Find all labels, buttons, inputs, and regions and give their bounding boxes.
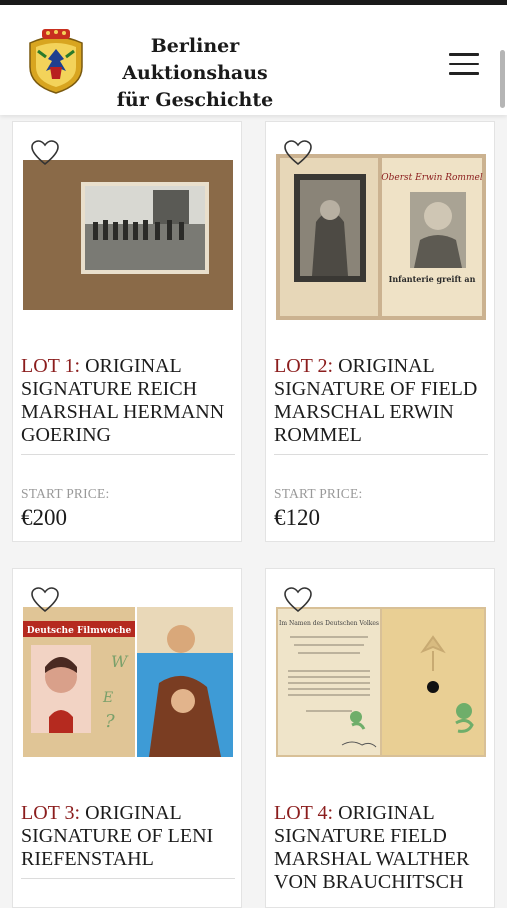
divider — [21, 454, 235, 455]
site-header: Berliner Auktionshaus für Geschichte — [0, 5, 507, 115]
image-caption: Deutsche Filmwoche — [27, 626, 132, 636]
lot-title-4[interactable]: LOT 4: ORIGINAL SIGNATURE FIELD MARSHAL … — [274, 802, 489, 894]
lot-card-4[interactable]: Im Namen des Deutschen Volkes LOT 4: ORI… — [265, 568, 495, 908]
image-caption: Oberst Erwin Rommel — [381, 173, 483, 183]
svg-text:W: W — [111, 652, 129, 671]
lot-number: LOT 2: — [274, 355, 334, 377]
scrollbar[interactable] — [500, 50, 505, 108]
start-price-value: €200 — [21, 505, 67, 530]
start-price-value: €120 — [274, 505, 320, 530]
divider — [21, 878, 235, 879]
lot-number: LOT 3: — [21, 802, 81, 824]
heart-icon[interactable] — [31, 587, 59, 613]
hamburger-menu-icon[interactable] — [449, 53, 479, 75]
heart-icon[interactable] — [284, 140, 312, 166]
crest-logo[interactable] — [24, 27, 88, 95]
image-caption-2: Infanterie greift an — [389, 274, 476, 284]
site-title[interactable]: Berliner Auktionshaus für Geschichte — [100, 33, 290, 114]
site-title-line2: für Geschichte — [116, 89, 274, 111]
lot-title-3[interactable]: LOT 3: ORIGINAL SIGNATURE OF LENI RIEFEN… — [21, 802, 236, 871]
lot-title-1[interactable]: LOT 1: ORIGINAL SIGNATURE REICH MARSHAL … — [21, 355, 236, 447]
lot-number: LOT 1: — [21, 355, 81, 377]
svg-text:?: ? — [105, 711, 115, 732]
image-caption: Im Namen des Deutschen Volkes — [279, 620, 379, 627]
lot-number: LOT 4: — [274, 802, 334, 824]
lot-image-2[interactable]: Oberst Erwin Rommel Infanterie greift an — [276, 152, 486, 322]
lot-image-3[interactable]: Deutsche Filmwoche W E ? — [23, 607, 233, 757]
heart-icon[interactable] — [31, 140, 59, 166]
start-price-label: START PRICE: — [21, 486, 110, 501]
heart-icon[interactable] — [284, 587, 312, 613]
lot-image-1[interactable] — [23, 160, 233, 310]
lot-card-2[interactable]: Oberst Erwin Rommel Infanterie greift an… — [265, 121, 495, 542]
lot-card-3[interactable]: Deutsche Filmwoche W E ? LOT 3: ORIGINAL… — [12, 568, 242, 908]
divider — [274, 454, 488, 455]
svg-text:E: E — [102, 690, 113, 706]
lot-card-1[interactable]: LOT 1: ORIGINAL SIGNATURE REICH MARSHAL … — [12, 121, 242, 542]
lot-image-4[interactable]: Im Namen des Deutschen Volkes — [276, 607, 486, 757]
site-title-line1: Berliner Auktionshaus — [122, 35, 268, 84]
lot-title-2[interactable]: LOT 2: ORIGINAL SIGNATURE OF FIELD MARSC… — [274, 355, 489, 447]
start-price-label: START PRICE: — [274, 486, 363, 501]
